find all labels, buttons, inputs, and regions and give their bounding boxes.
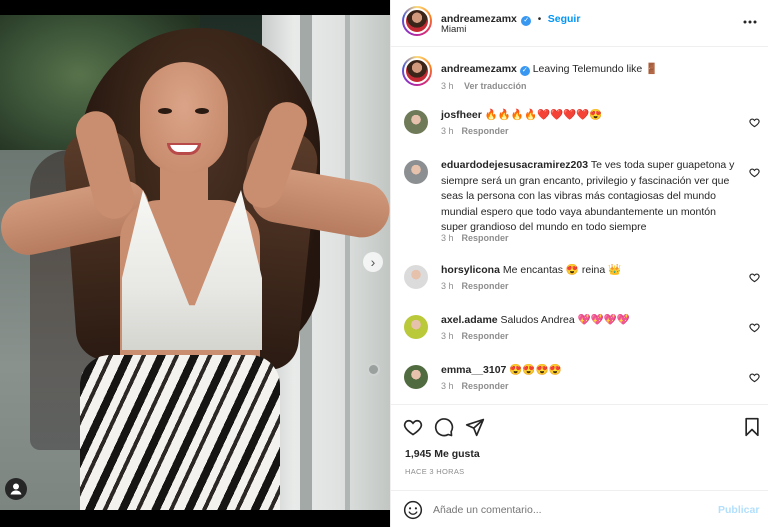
door-handle xyxy=(367,363,380,376)
commenter-avatar[interactable] xyxy=(404,160,428,184)
commenter-avatar[interactable] xyxy=(404,265,428,289)
comment-meta: 3 h Responder xyxy=(441,331,509,341)
comment-body: emma__3107 😍😍😍😍 xyxy=(441,363,741,379)
commenter-avatar[interactable] xyxy=(404,315,428,339)
commenter-username[interactable]: emma__3107 xyxy=(441,364,506,376)
person-zebra-skirt xyxy=(80,355,280,515)
send-icon[interactable] xyxy=(465,417,485,442)
comment-meta: 3 h Responder xyxy=(441,233,509,243)
post-location[interactable]: Miami xyxy=(441,24,466,35)
reply-button[interactable]: Responder xyxy=(462,233,509,243)
comment-text: Saludos Andrea 💖💖💖💖 xyxy=(500,314,630,326)
like-comment-heart-icon[interactable] xyxy=(749,270,760,283)
like-comment-heart-icon[interactable] xyxy=(749,165,760,178)
commenter-username[interactable]: josfheer xyxy=(441,109,482,121)
bookmark-icon[interactable] xyxy=(743,417,761,442)
chevron-right-icon[interactable]: › xyxy=(363,252,383,272)
comment-icon[interactable] xyxy=(434,417,454,442)
verified-badge-icon: ✓ xyxy=(519,66,530,76)
reply-button[interactable]: Responder xyxy=(462,126,509,136)
post-photo[interactable]: › xyxy=(0,0,390,527)
comment-text: 😍😍😍😍 xyxy=(509,364,562,376)
comment-body: axel.adame Saludos Andrea 💖💖💖💖 xyxy=(441,313,741,329)
photo-top-letterbox xyxy=(0,0,390,15)
comment-time[interactable]: 3 h xyxy=(441,233,454,243)
reply-button[interactable]: Responder xyxy=(462,331,509,341)
caption-username[interactable]: andreamezamx xyxy=(441,63,517,75)
separator-dot: • xyxy=(537,14,542,25)
commenter-username[interactable]: eduardodejesusacramirez203 xyxy=(441,159,588,171)
heart-icon[interactable] xyxy=(403,417,423,442)
more-options-icon[interactable] xyxy=(743,15,757,34)
person-face xyxy=(140,62,228,174)
author-avatar[interactable] xyxy=(402,56,432,86)
comment-text: Me encantas 😍 reina 👑 xyxy=(502,264,622,276)
comment-body: josfheer 🔥🔥🔥🔥❤️❤️❤️❤️😍 xyxy=(441,108,741,124)
author-avatar[interactable] xyxy=(402,6,432,36)
comment-time[interactable]: 3 h xyxy=(441,381,454,391)
like-comment-heart-icon[interactable] xyxy=(749,370,760,383)
door-frame xyxy=(345,15,350,510)
person-eye xyxy=(195,108,209,114)
comment-meta: 3 h Responder xyxy=(441,381,509,391)
publish-button[interactable]: Publicar xyxy=(718,504,759,516)
caption-time[interactable]: 3 h xyxy=(441,81,454,91)
like-comment-heart-icon[interactable] xyxy=(749,320,760,333)
post-timestamp[interactable]: HACE 3 HORAS xyxy=(405,467,464,476)
comment-time[interactable]: 3 h xyxy=(441,126,454,136)
emoji-icon[interactable] xyxy=(403,500,423,525)
comment-body: eduardodejesusacramirez203 Te ves toda s… xyxy=(441,158,741,236)
verified-badge-icon: ✓ xyxy=(521,16,532,26)
user-tag-icon[interactable] xyxy=(5,478,27,500)
comment-text: 🔥🔥🔥🔥❤️❤️❤️❤️😍 xyxy=(484,109,603,121)
photo-bottom-letterbox xyxy=(0,510,390,527)
caption-text: Leaving Telemundo like xyxy=(532,63,643,75)
post-actions: 1,945 Me gusta HACE 3 HORAS xyxy=(391,404,768,490)
post-header: andreamezamx ✓ • Seguir Miami xyxy=(391,0,768,47)
post-side-panel: andreamezamx ✓ • Seguir Miami andreameza… xyxy=(390,0,768,527)
comment-meta: 3 h Responder xyxy=(441,281,509,291)
reply-button[interactable]: Responder xyxy=(462,381,509,391)
commenter-username[interactable]: horsylicona xyxy=(441,264,500,276)
add-comment-bar: Publicar xyxy=(391,490,768,527)
reply-button[interactable]: Responder xyxy=(462,281,509,291)
person-eye xyxy=(158,108,172,114)
translate-button[interactable]: Ver traducción xyxy=(464,81,527,91)
commenter-avatar[interactable] xyxy=(404,110,428,134)
comment-time[interactable]: 3 h xyxy=(441,281,454,291)
like-comment-heart-icon[interactable] xyxy=(749,115,760,128)
door-emoji: 🚪 xyxy=(645,63,659,75)
commenter-username[interactable]: axel.adame xyxy=(441,314,498,326)
comment-time[interactable]: 3 h xyxy=(441,331,454,341)
commenter-avatar[interactable] xyxy=(404,365,428,389)
comment-body: horsylicona Me encantas 😍 reina 👑 xyxy=(441,263,741,279)
comment-input[interactable] xyxy=(433,500,693,520)
comment-meta: 3 h Responder xyxy=(441,126,509,136)
follow-button[interactable]: Seguir xyxy=(548,13,581,25)
likes-count[interactable]: 1,945 Me gusta xyxy=(405,448,480,460)
